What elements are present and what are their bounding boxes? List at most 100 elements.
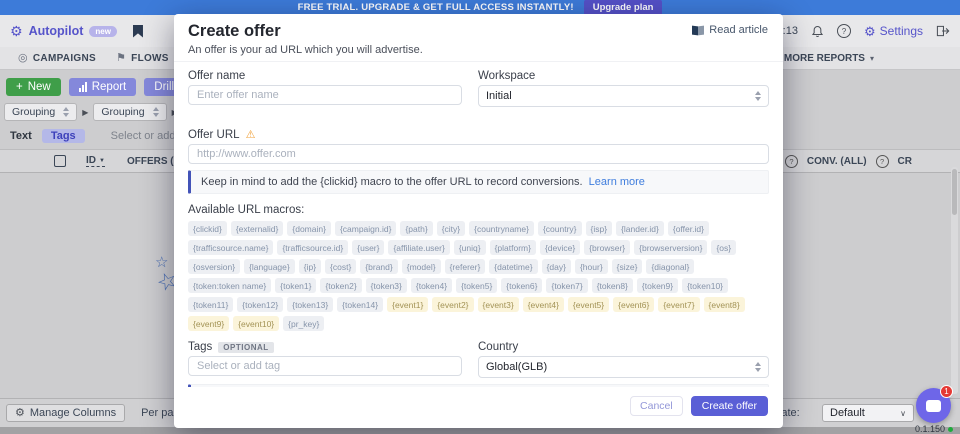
macro-chip[interactable]: {isp} <box>586 221 613 236</box>
macro-chip[interactable]: {osversion} <box>188 259 240 274</box>
campaigns-icon: ◎ <box>18 53 28 64</box>
read-article-link[interactable]: Read article <box>692 24 768 36</box>
help-icon[interactable]: ? <box>785 155 798 168</box>
bar-chart-icon <box>79 82 87 92</box>
macro-chip[interactable]: {diagonal} <box>646 259 694 274</box>
macro-chip[interactable]: {event10} <box>233 316 279 331</box>
grouping-select-1[interactable]: Grouping <box>4 103 77 121</box>
macro-chip[interactable]: {event1} <box>387 297 428 312</box>
macro-chip[interactable]: {event3} <box>478 297 519 312</box>
macro-chip[interactable]: {offer.id} <box>668 221 709 236</box>
more-reports-button[interactable]: ≡ MORE REPORTS ▾ <box>772 47 874 69</box>
filter-mode-tags[interactable]: Tags <box>42 129 85 143</box>
macro-chip[interactable]: {browserversion} <box>634 240 707 255</box>
macro-chip[interactable]: {event4} <box>523 297 564 312</box>
macro-chip[interactable]: {day} <box>542 259 571 274</box>
template-select[interactable]: Default ∨ <box>822 404 914 422</box>
macro-chip[interactable]: {event8} <box>704 297 745 312</box>
macro-chip[interactable]: {token10} <box>682 278 728 293</box>
macro-chip[interactable]: {pr_key} <box>283 316 324 331</box>
tab-campaigns[interactable]: ◎ CAMPAIGNS <box>8 47 106 69</box>
macro-chip[interactable]: {token2} <box>320 278 361 293</box>
macro-chip[interactable]: {token1} <box>275 278 316 293</box>
column-conv-all[interactable]: CONV. (ALL) <box>807 156 867 167</box>
macro-chip[interactable]: {token5} <box>456 278 497 293</box>
macro-chip[interactable]: {token:token name} <box>188 278 271 293</box>
macro-chip[interactable]: {language} <box>244 259 295 274</box>
cancel-button[interactable]: Cancel <box>630 396 683 416</box>
macro-chip[interactable]: {token9} <box>637 278 678 293</box>
macro-chip[interactable]: {trafficsource.name} <box>188 240 273 255</box>
create-offer-button[interactable]: Create offer <box>691 396 768 416</box>
macro-chip[interactable]: {event2} <box>432 297 473 312</box>
macro-chip[interactable]: {os} <box>711 240 736 255</box>
macro-chip[interactable]: {brand} <box>360 259 397 274</box>
country-select[interactable]: Global(GLB) <box>478 356 769 378</box>
macro-chip[interactable]: {token8} <box>592 278 633 293</box>
macro-chip[interactable]: {event9} <box>188 316 229 331</box>
report-button[interactable]: Report <box>69 78 137 96</box>
filter-mode-text[interactable]: Text <box>10 130 32 142</box>
macro-chip[interactable]: {model} <box>402 259 441 274</box>
macro-chip[interactable]: {domain} <box>287 221 331 236</box>
help-icon[interactable]: ? <box>837 24 851 38</box>
macro-chip[interactable]: {token4} <box>411 278 452 293</box>
macro-chip[interactable]: {referer} <box>445 259 486 274</box>
macro-chip[interactable]: {datetime} <box>489 259 537 274</box>
macro-chip[interactable]: {token14} <box>337 297 383 312</box>
macro-chip[interactable]: {hour} <box>575 259 608 274</box>
macro-chip[interactable]: {campaign.id} <box>335 221 397 236</box>
scrollbar-thumb[interactable] <box>952 169 957 215</box>
workspace-select[interactable]: Initial <box>478 85 769 107</box>
brand-title[interactable]: Autopilot <box>29 24 84 38</box>
macro-chip[interactable]: {token12} <box>237 297 283 312</box>
macro-chips: {clickid} {externalid}{domain} {campaign.i… <box>188 221 769 331</box>
macro-chip[interactable]: {event5} <box>568 297 609 312</box>
macro-chip[interactable]: {country} <box>538 221 582 236</box>
macro-chip[interactable]: {cost} <box>325 259 356 274</box>
macro-chip[interactable]: {trafficsource.id} <box>277 240 348 255</box>
help-icon[interactable]: ? <box>876 155 889 168</box>
macro-chip[interactable]: {uniq} <box>454 240 486 255</box>
logout-icon[interactable] <box>936 25 950 37</box>
macro-chip[interactable]: {path} <box>400 221 432 236</box>
manage-columns-button[interactable]: ⚙ Manage Columns <box>6 404 125 422</box>
macro-chip[interactable]: {platform} <box>490 240 536 255</box>
macro-chip[interactable]: {token13} <box>287 297 333 312</box>
settings-button[interactable]: ⚙ Settings <box>864 24 923 38</box>
macro-chip[interactable]: {user} <box>352 240 384 255</box>
macro-chip[interactable]: {ip} <box>299 259 321 274</box>
learn-more-link[interactable]: Learn more <box>589 176 645 188</box>
grouping-select-2[interactable]: Grouping <box>93 103 166 121</box>
macro-chip[interactable]: {lander.id} <box>616 221 664 236</box>
macro-chip[interactable]: {affiliate.user} <box>388 240 449 255</box>
macro-chip[interactable]: {clickid} <box>188 221 227 236</box>
table-scrollbar[interactable] <box>951 167 958 394</box>
bell-icon[interactable] <box>811 25 824 38</box>
macro-chip[interactable]: {token11} <box>188 297 233 312</box>
macro-chip[interactable]: {token6} <box>501 278 542 293</box>
tab-flows[interactable]: ⚑ FLOWS <box>106 47 179 69</box>
macro-chip[interactable]: {device} <box>540 240 580 255</box>
macro-chip[interactable]: {city} <box>437 221 465 236</box>
column-id[interactable]: ID ▼ <box>86 155 105 167</box>
offer-url-input[interactable] <box>188 144 769 164</box>
upgrade-plan-button[interactable]: Upgrade plan <box>584 0 663 15</box>
macro-chip[interactable]: {token7} <box>546 278 587 293</box>
chat-widget-button[interactable]: 1 <box>916 388 951 423</box>
tags-input[interactable] <box>188 356 462 376</box>
new-offer-button[interactable]: + New <box>6 78 61 96</box>
read-article-label: Read article <box>709 24 768 36</box>
macro-chip[interactable]: {token3} <box>366 278 407 293</box>
macro-chip[interactable]: {countryname} <box>469 221 534 236</box>
macro-chip[interactable]: {browser} <box>584 240 630 255</box>
bookmark-icon[interactable] <box>133 25 143 38</box>
column-cr[interactable]: CR <box>898 156 912 167</box>
select-all-checkbox[interactable] <box>54 155 66 167</box>
macro-chip[interactable]: {size} <box>612 259 643 274</box>
macro-chip[interactable]: {event6} <box>613 297 654 312</box>
macro-chip[interactable]: {event7} <box>658 297 699 312</box>
optional-badge: OPTIONAL <box>218 342 273 353</box>
macro-chip[interactable]: {externalid} <box>231 221 284 236</box>
offer-name-input[interactable] <box>188 85 462 105</box>
